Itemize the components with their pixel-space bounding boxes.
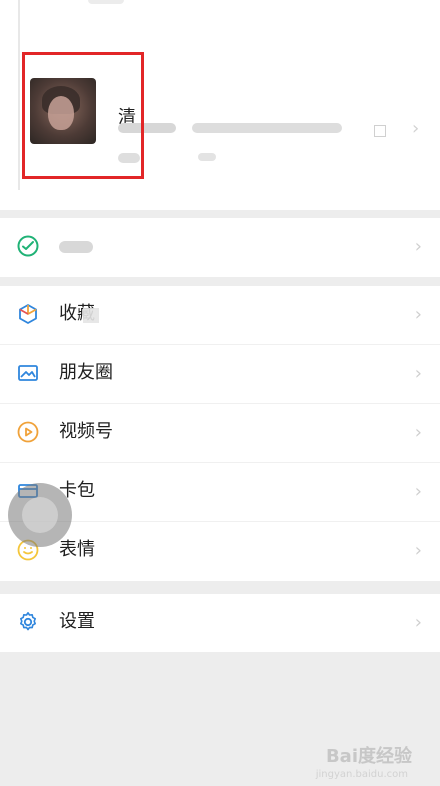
menu-item-services[interactable]: 服务 › [0,218,440,277]
top-indicator [88,0,124,4]
profile-highlight-box [22,52,144,179]
channels-chevron-icon: › [414,422,422,443]
stickers-label: 表情 [59,539,95,560]
qr-icon[interactable] [374,125,386,137]
menu-item-channels[interactable]: 视频号 › [0,404,440,463]
favorites-label-blur [83,308,99,323]
services-icon [17,235,39,257]
cards-chevron-icon: › [414,481,422,502]
stickers-chevron-icon: › [414,540,422,561]
profile-blur-2 [192,123,342,133]
menu-item-favorites[interactable]: 收藏 › [0,286,440,345]
profile-blur-4 [198,153,216,161]
services-group: 服务 › [0,218,440,277]
profile-panel[interactable]: 清 › [0,0,440,210]
menu-item-moments[interactable]: 朋友圈 › [0,345,440,404]
gear-icon [20,612,36,631]
services-chevron-icon: › [414,236,422,257]
settings-group: 设置 › [0,594,440,652]
menu-item-settings[interactable]: 设置 › [0,594,440,652]
settings-label: 设置 [59,611,95,632]
channels-icon [17,421,39,443]
moments-chevron-icon: › [414,363,422,384]
moments-label: 朋友圈 [59,362,113,383]
panel-divider [18,0,20,190]
watermark-logo: Bai度经验 [325,746,412,767]
favorites-chevron-icon: › [414,304,422,325]
channels-label: 视频号 [59,421,113,442]
profile-chevron-icon: › [412,118,420,139]
settings-chevron-icon: › [414,612,422,633]
favorites-icon [19,304,37,324]
watermark-url: jingyan.baidu.com [315,769,408,780]
moments-icon [18,365,38,381]
features-group: 收藏 › 朋友圈 › 视频号 › 卡包 › 表情 › [0,286,440,581]
floating-touch-button[interactable] [8,483,72,547]
